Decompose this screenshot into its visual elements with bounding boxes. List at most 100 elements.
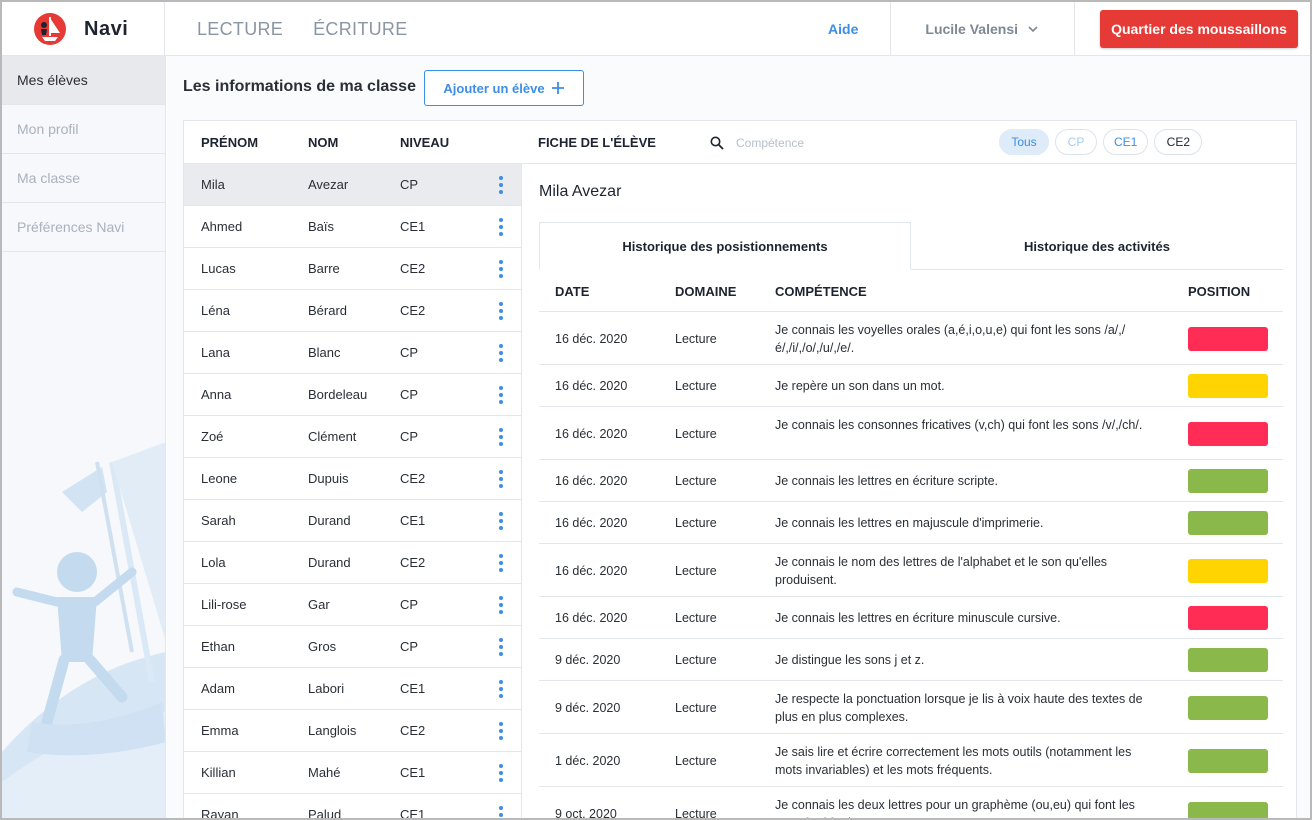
app-window: Navi LECTURE ÉCRITURE Aide Lucile Valens… xyxy=(0,0,1312,820)
student-last-name: Palud xyxy=(308,807,342,820)
sidebar-item-preferences[interactable]: Préférences Navi xyxy=(2,203,165,252)
student-last-name: Dupuis xyxy=(308,471,349,486)
header-prenom[interactable]: PRÉNOM xyxy=(201,135,258,150)
student-level: CE2 xyxy=(400,303,426,318)
student-row[interactable]: Emma Langlois CE2 xyxy=(184,710,521,752)
student-first-name: Lana xyxy=(201,345,230,360)
sidebar-item-ma-classe[interactable]: Ma classe xyxy=(2,154,165,203)
history-skill: Je connais les lettres en écriture scrip… xyxy=(775,474,999,488)
more-options-icon[interactable] xyxy=(498,596,504,614)
tab-historique-positionnements[interactable]: Historique des posistionnements xyxy=(539,222,911,270)
student-row[interactable]: Leone Dupuis CE2 xyxy=(184,458,521,500)
more-options-icon[interactable] xyxy=(498,344,504,362)
more-options-icon[interactable] xyxy=(498,722,504,740)
competence-search-input[interactable] xyxy=(736,131,936,155)
filter-tous[interactable]: Tous xyxy=(999,129,1049,155)
add-student-button[interactable]: Ajouter un élève xyxy=(424,70,584,106)
filter-ce2[interactable]: CE2 xyxy=(1154,129,1203,155)
more-options-icon[interactable] xyxy=(498,260,504,278)
detail-tabs: Historique des posistionnements Historiq… xyxy=(539,222,1283,270)
student-last-name: Langlois xyxy=(308,723,357,738)
more-options-icon[interactable] xyxy=(498,386,504,404)
quartier-moussaillons-button[interactable]: Quartier des moussaillons xyxy=(1100,10,1298,48)
brand[interactable]: Navi xyxy=(2,2,165,56)
student-row[interactable]: Ethan Gros CP xyxy=(184,626,521,668)
filter-cp[interactable]: CP xyxy=(1055,129,1097,155)
tab-ecriture[interactable]: ÉCRITURE xyxy=(313,19,407,40)
help-link[interactable]: Aide xyxy=(828,21,890,37)
col-domaine: DOMAINE xyxy=(675,284,737,299)
more-options-icon[interactable] xyxy=(498,554,504,572)
student-row[interactable]: Anna Bordeleau CP xyxy=(184,374,521,416)
history-skill: Je respecte la ponctuation lorsque je li… xyxy=(775,691,1143,724)
student-row[interactable]: Ahmed Baïs CE1 xyxy=(184,206,521,248)
header-nom[interactable]: NOM xyxy=(308,135,338,150)
history-row: 16 déc. 2020 Lecture Je connais les voyell… xyxy=(539,312,1283,365)
main-content: Les informations de ma classe Ajouter un… xyxy=(167,56,1310,820)
history-date: 16 déc. 2020 xyxy=(555,563,628,578)
student-row[interactable]: Lola Durand CE2 xyxy=(184,542,521,584)
col-date: DATE xyxy=(555,284,590,299)
history-row: 16 déc. 2020 Lecture Je connais les conson… xyxy=(539,407,1283,460)
student-row[interactable]: Lana Blanc CP xyxy=(184,332,521,374)
sidebar-item-mes-eleves[interactable]: Mes élèves xyxy=(2,56,165,105)
history-date: 1 déc. 2020 xyxy=(555,753,621,768)
plus-icon xyxy=(551,82,564,94)
sidebar-item-mon-profil[interactable]: Mon profil xyxy=(2,105,165,154)
tab-lecture[interactable]: LECTURE xyxy=(197,19,283,40)
history-domain: Lecture xyxy=(675,379,717,393)
history-skill: Je connais les deux lettres pour un grap… xyxy=(775,797,1135,819)
student-last-name: Bérard xyxy=(308,303,348,318)
header-niveau[interactable]: NIVEAU xyxy=(400,135,449,150)
history-skill: Je distingue les sons j et z. xyxy=(775,653,925,667)
search-icon xyxy=(710,136,724,150)
student-row[interactable]: Rayan Palud CE1 xyxy=(184,794,521,820)
student-level: CP xyxy=(400,639,419,654)
history-skill: Je connais le nom des lettres de l'alpha… xyxy=(775,554,1108,587)
more-options-icon[interactable] xyxy=(498,806,504,818)
student-level: CE2 xyxy=(400,261,426,276)
history-date: 9 déc. 2020 xyxy=(555,700,621,715)
history-row: 16 déc. 2020 Lecture Je connais les lettre… xyxy=(539,460,1283,502)
more-options-icon[interactable] xyxy=(498,512,504,530)
table-header: PRÉNOM NOM NIVEAU FICHE DE L'ÉLÈVE Tous … xyxy=(184,121,1296,164)
more-options-icon[interactable] xyxy=(498,638,504,656)
student-first-name: Anna xyxy=(201,387,232,402)
more-options-icon[interactable] xyxy=(498,218,504,236)
student-level: CP xyxy=(400,597,419,612)
position-indicator xyxy=(1188,748,1268,773)
user-menu[interactable]: Lucile Valensi xyxy=(890,2,1075,56)
more-options-icon[interactable] xyxy=(498,428,504,446)
student-level: CE1 xyxy=(400,513,426,528)
more-options-icon[interactable] xyxy=(498,176,504,194)
history-skill: Je sais lire et écrire correctement les … xyxy=(775,744,1132,777)
tab-historique-activites[interactable]: Historique des activités xyxy=(911,222,1283,270)
main-nav: LECTURE ÉCRITURE xyxy=(197,2,408,56)
student-first-name: Killian xyxy=(201,765,236,780)
student-row[interactable]: Killian Mahé CE1 xyxy=(184,752,521,794)
student-row[interactable]: Mila Avezar CP xyxy=(184,164,521,206)
student-row[interactable]: Sarah Durand CE1 xyxy=(184,500,521,542)
student-row[interactable]: Léna Bérard CE2 xyxy=(184,290,521,332)
more-options-icon[interactable] xyxy=(498,470,504,488)
student-row[interactable]: Lili-rose Gar CP xyxy=(184,584,521,626)
chevron-down-icon xyxy=(1028,26,1038,33)
more-options-icon[interactable] xyxy=(498,680,504,698)
history-domain: Lecture xyxy=(675,516,717,530)
more-options-icon[interactable] xyxy=(498,764,504,782)
history-domain: Lecture xyxy=(675,426,717,441)
student-level: CE1 xyxy=(400,807,426,820)
filter-ce1[interactable]: CE1 xyxy=(1103,129,1149,155)
student-last-name: Gros xyxy=(308,639,337,654)
history-row: 9 oct. 2020 Lecture Je connais les deux le… xyxy=(539,787,1283,819)
student-row[interactable]: Lucas Barre CE2 xyxy=(184,248,521,290)
student-last-name: Gar xyxy=(308,597,330,612)
more-options-icon[interactable] xyxy=(498,302,504,320)
student-last-name: Mahé xyxy=(308,765,341,780)
student-level: CE1 xyxy=(400,681,426,696)
position-indicator xyxy=(1188,469,1268,493)
user-name: Lucile Valensi xyxy=(925,21,1018,37)
student-row[interactable]: Adam Labori CE1 xyxy=(184,668,521,710)
student-row[interactable]: Zoé Clément CP xyxy=(184,416,521,458)
history-domain: Lecture xyxy=(675,753,717,768)
